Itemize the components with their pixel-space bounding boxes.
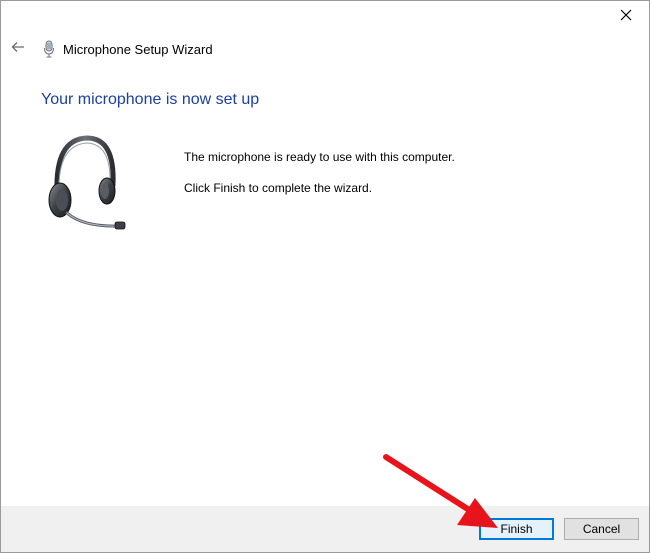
ready-message: The microphone is ready to use with this… [184,150,455,164]
cancel-button[interactable]: Cancel [564,518,639,540]
close-icon [620,8,632,26]
close-button[interactable] [603,1,649,33]
back-button[interactable] [3,35,33,63]
back-arrow-icon [11,40,25,58]
headset-icon [43,133,133,237]
button-bar: Finish Cancel [1,506,649,552]
page-heading: Your microphone is now set up [41,91,260,108]
wizard-window: Microphone Setup Wizard Your microphone … [0,0,650,553]
microphone-icon [41,40,57,58]
finish-instruction: Click Finish to complete the wizard. [184,181,373,195]
wizard-title: Microphone Setup Wizard [63,41,213,57]
wizard-header: Microphone Setup Wizard [1,33,649,65]
finish-button[interactable]: Finish [479,518,554,540]
